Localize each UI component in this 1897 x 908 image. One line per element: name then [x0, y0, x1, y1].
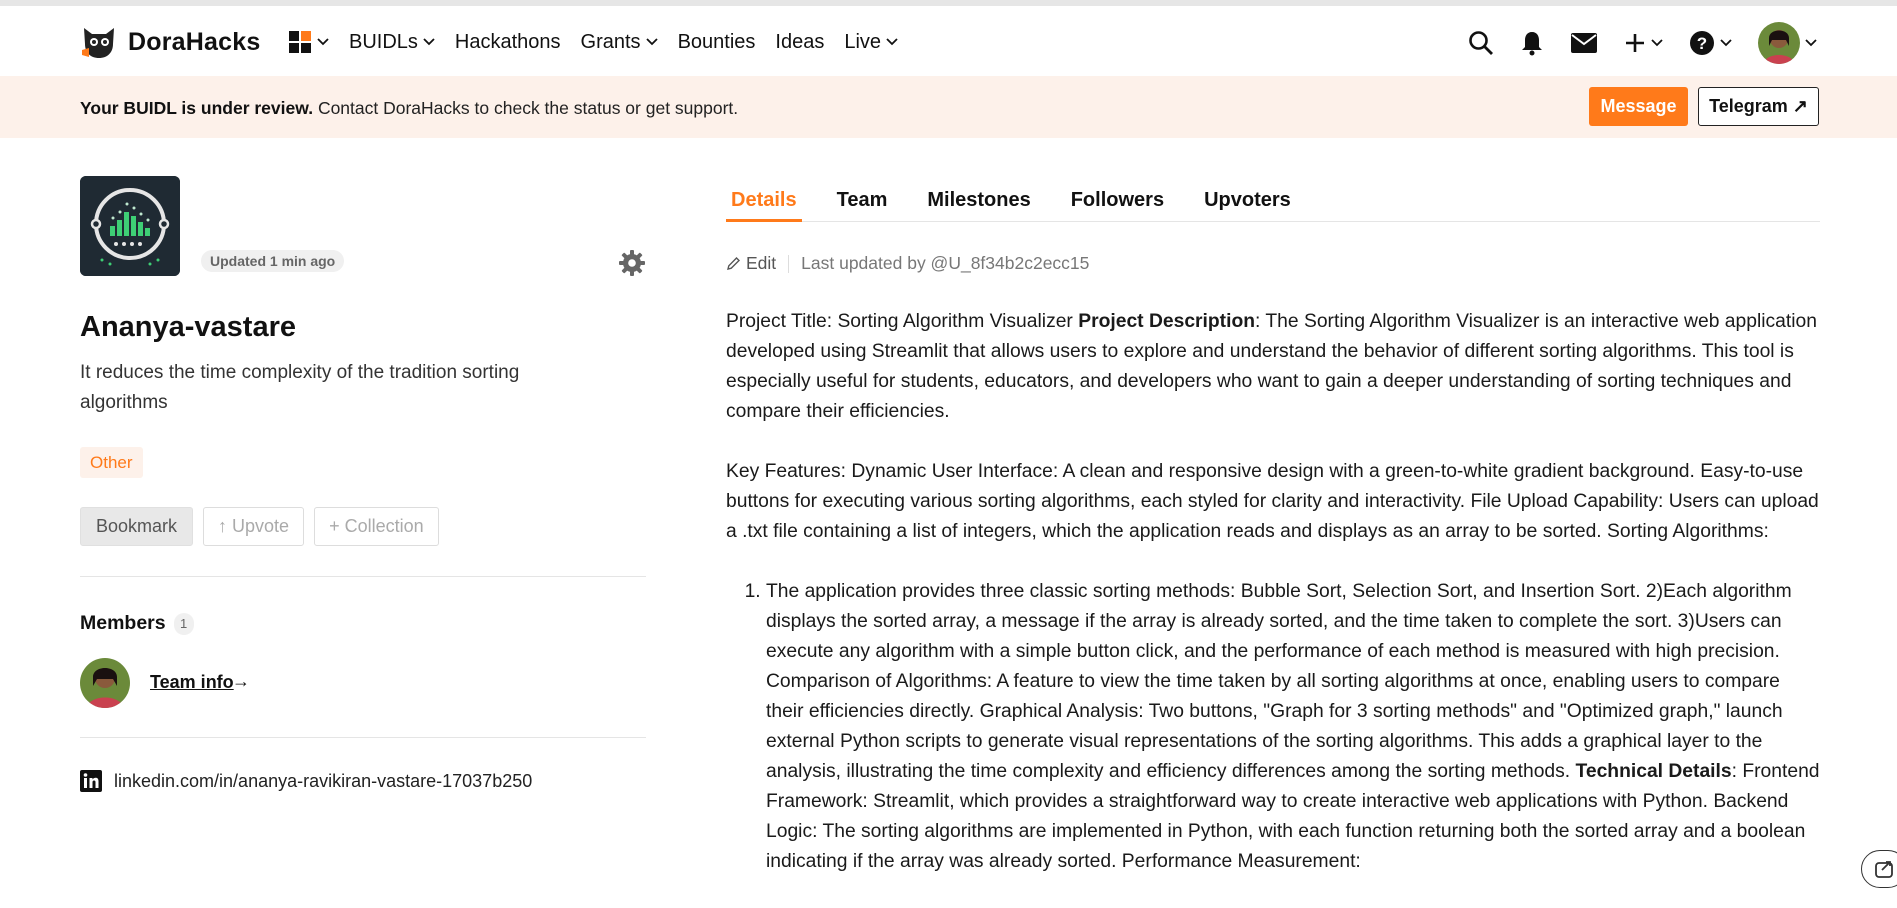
project-logo — [80, 176, 180, 276]
top-navbar: DoraHacks BUIDLs Hackathons Grants Bount… — [0, 6, 1897, 76]
search-icon — [1469, 31, 1493, 55]
member-avatar[interactable] — [80, 658, 130, 708]
chevron-down-icon — [1720, 39, 1732, 47]
plus-icon — [1626, 34, 1644, 52]
project-tagline: It reduces the time complexity of the tr… — [80, 362, 520, 413]
bell-icon — [1522, 32, 1542, 56]
settings-button[interactable] — [618, 249, 646, 282]
details-list: The application provides three classic s… — [726, 577, 1820, 877]
nav-hackathons-label: Hackathons — [454, 30, 561, 53]
chevron-down-icon — [1651, 39, 1663, 47]
members-title: Members — [80, 612, 166, 634]
nav-actions: ? — [1468, 22, 1817, 64]
banner-text: Your BUIDL is under review. Contact Dora… — [80, 98, 738, 119]
chevron-down-icon — [886, 38, 898, 46]
arrow-right-icon: → — [232, 671, 250, 691]
svg-text:?: ? — [1697, 34, 1707, 53]
banner-bold-text: Your BUIDL is under review. — [80, 98, 314, 118]
help-icon: ? — [1690, 31, 1714, 55]
list-item: The application provides three classic s… — [766, 577, 1820, 877]
tab-details[interactable]: Details — [726, 186, 802, 222]
team-info-link[interactable]: Team info — [150, 672, 234, 693]
share-fab[interactable] — [1861, 850, 1897, 888]
search-button[interactable] — [1468, 30, 1494, 56]
nav-hackathons[interactable]: Hackathons — [455, 31, 561, 54]
nav-bounties[interactable]: Bounties — [678, 31, 756, 54]
members-heading: Members 1 — [80, 612, 194, 635]
chevron-down-icon — [423, 38, 435, 46]
brand-logo[interactable]: DoraHacks — [80, 24, 260, 60]
messages-button[interactable] — [1570, 32, 1598, 54]
nav-live[interactable]: Live — [844, 31, 898, 54]
create-menu[interactable] — [1624, 32, 1663, 54]
tab-milestones[interactable]: Milestones — [922, 186, 1035, 222]
notifications-button[interactable] — [1520, 30, 1544, 56]
nav-bounties-label: Bounties — [677, 30, 756, 53]
linkedin-icon — [80, 770, 102, 792]
nav-grants[interactable]: Grants — [581, 31, 658, 54]
description-paragraph: Project Title: Sorting Algorithm Visuali… — [726, 307, 1820, 427]
bookmark-button[interactable]: Bookmark — [80, 507, 194, 546]
help-menu[interactable]: ? — [1689, 30, 1732, 56]
project-details-content: Project Title: Sorting Algorithm Visuali… — [726, 307, 1820, 877]
upvote-button[interactable]: ↑ Upvote — [203, 507, 305, 546]
dorahacks-logo-icon — [82, 28, 114, 58]
edit-row: Edit Last updated by @U_8f34b2c2ecc15 — [726, 253, 1089, 274]
project-name: Ananya-vastare — [80, 311, 296, 343]
edit-button[interactable]: Edit — [726, 253, 776, 274]
pencil-icon — [727, 257, 740, 270]
text-span: Project Title: Sorting Algorithm Visuali… — [726, 311, 1079, 332]
detail-tabs: Details Team Milestones Followers Upvote… — [726, 186, 1820, 222]
profile-menu[interactable] — [1758, 22, 1817, 64]
brand-name: DoraHacks — [128, 27, 261, 56]
last-updated-text: Last updated by @U_8f34b2c2ecc15 — [801, 253, 1090, 273]
updated-badge: Updated 1 min ago — [201, 250, 345, 272]
nav-ideas[interactable]: Ideas — [775, 31, 824, 54]
divider — [80, 576, 646, 577]
chevron-down-icon — [1805, 39, 1817, 47]
telegram-button[interactable]: Telegram ↗ — [1698, 87, 1819, 126]
mail-icon — [1571, 33, 1597, 53]
linkedin-link[interactable]: linkedin.com/in/ananya-ravikiran-vastare… — [80, 770, 532, 792]
chevron-down-icon — [645, 38, 658, 46]
message-button[interactable]: Message — [1589, 87, 1688, 126]
avatar — [1758, 22, 1800, 64]
tab-upvoters[interactable]: Upvoters — [1199, 186, 1296, 222]
apps-grid-menu[interactable] — [288, 30, 329, 54]
apps-grid-icon — [289, 31, 311, 53]
share-icon — [1875, 861, 1893, 878]
chevron-down-icon — [317, 38, 329, 46]
nav-live-label: Live — [844, 30, 882, 53]
text-span: The application provides three classic s… — [766, 581, 1792, 782]
banner-message-text: Contact DoraHacks to check the status or… — [313, 98, 739, 118]
bold-span: Project Description — [1078, 311, 1256, 332]
category-tag[interactable]: Other — [80, 447, 143, 478]
features-paragraph: Key Features: Dynamic User Interface: A … — [726, 461, 1819, 542]
separator — [788, 254, 790, 273]
divider — [80, 737, 646, 738]
project-actions: Bookmark ↑ Upvote + Collection — [80, 507, 439, 546]
nav-grants-label: Grants — [580, 30, 641, 53]
nav-ideas-label: Ideas — [775, 30, 825, 53]
edit-label: Edit — [746, 253, 777, 273]
nav-buidls[interactable]: BUIDLs — [349, 31, 435, 54]
nav-buidls-label: BUIDLs — [349, 30, 418, 53]
bold-span: Technical Details — [1575, 761, 1732, 782]
linkedin-url: linkedin.com/in/ananya-ravikiran-vastare… — [114, 770, 533, 791]
members-count-badge: 1 — [173, 612, 194, 635]
main-nav: BUIDLs Hackathons Grants Bounties Ideas … — [288, 30, 918, 54]
project-logo-icon — [80, 176, 180, 276]
gear-icon — [619, 250, 645, 276]
tab-followers[interactable]: Followers — [1066, 186, 1169, 222]
add-collection-button[interactable]: + Collection — [314, 507, 439, 546]
tab-team[interactable]: Team — [832, 186, 893, 222]
